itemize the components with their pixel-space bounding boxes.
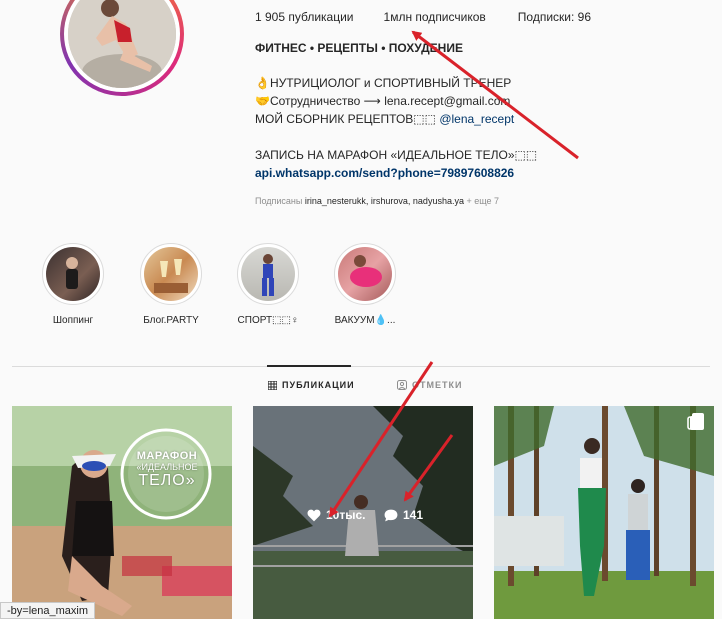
arrow-to-likes (328, 361, 434, 518)
arrow-to-comments (403, 434, 454, 502)
arrow-to-followers (411, 30, 579, 160)
annotation-arrows (328, 30, 579, 518)
status-tooltip: -by=lena_maxim (0, 602, 96, 619)
